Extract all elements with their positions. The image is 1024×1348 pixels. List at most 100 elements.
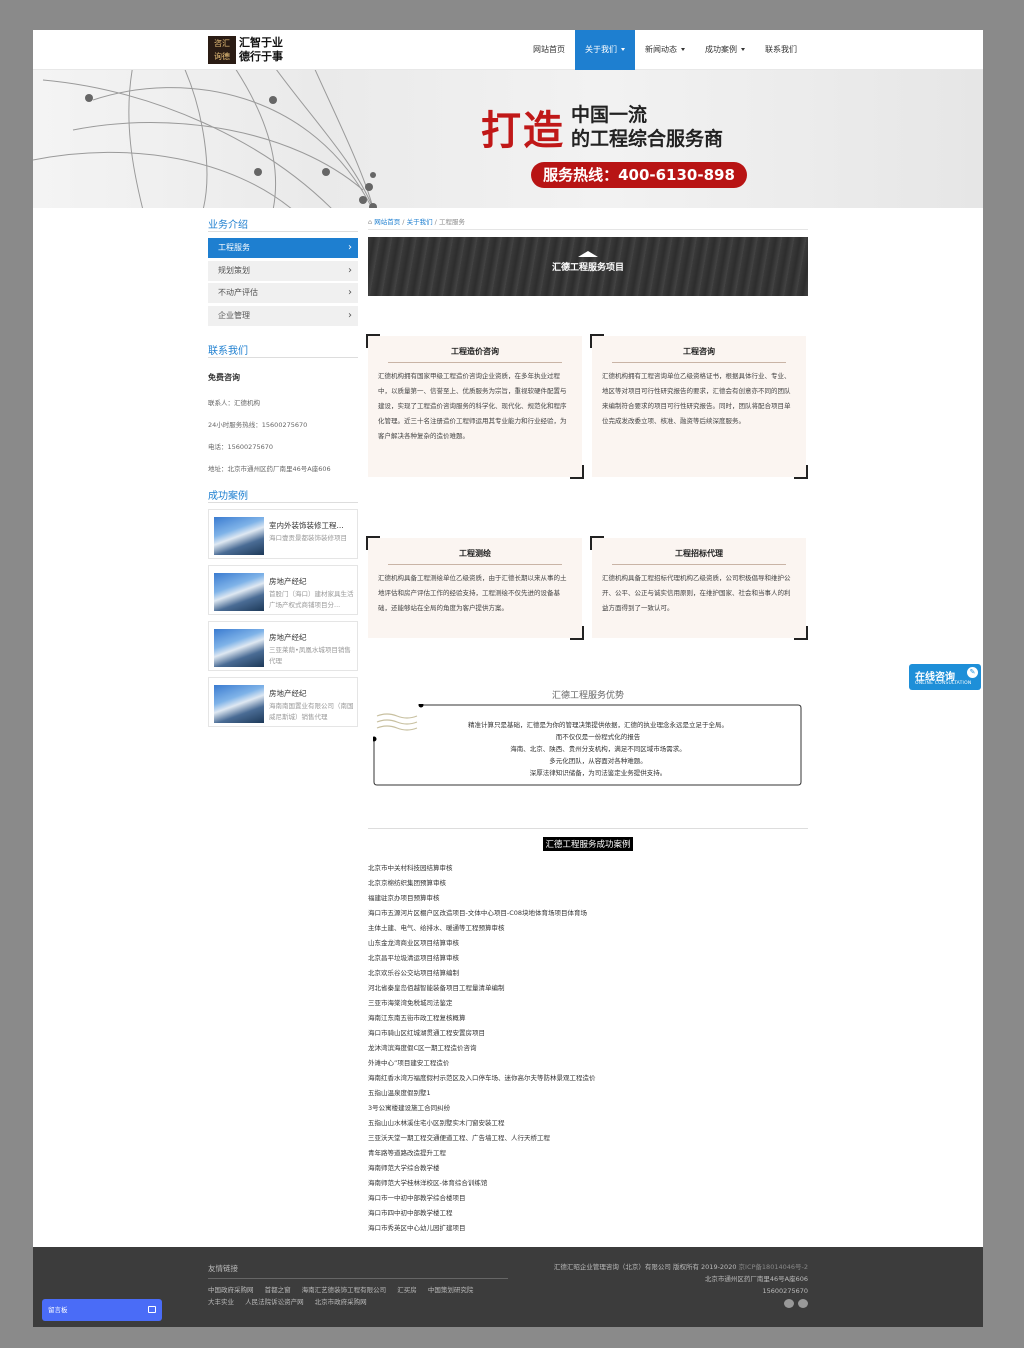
friend-link[interactable]: 中国政府采购网 xyxy=(208,1286,254,1294)
breadcrumb: ⌂ 网站首页 / 关于我们 / 工程服务 xyxy=(368,216,808,230)
case-list-item[interactable]: 三亚市海棠湾免税城司法鉴定 xyxy=(368,996,808,1011)
logo[interactable]: 咨汇 询德 汇智于业 德行于事 xyxy=(208,36,300,64)
case-title: 房地产经纪 xyxy=(269,632,307,642)
wechat-icon[interactable] xyxy=(784,1299,794,1308)
sidebar-item-appraisal[interactable]: 不动产评估 › xyxy=(208,283,358,303)
friend-link[interactable]: 北京市政府采购网 xyxy=(315,1298,367,1306)
case-list-item[interactable]: 三亚沃天堂一期工程交通便道工程、广告墙工程、人行天桥工程 xyxy=(368,1131,808,1146)
case-card[interactable]: 室内外装饰装修工程... 海口壹贡景都装饰装修项目 xyxy=(208,508,358,559)
advantages-text: 精准计算只是基础，汇德是为你的管理决策提供依据，汇德的执业理念永远是立足于全局。… xyxy=(413,719,783,779)
corner-bracket xyxy=(366,536,380,550)
case-list-item[interactable]: 海南师范大学综合教学楼 xyxy=(368,1161,808,1176)
case-list-item[interactable]: 青年路等道路改造提升工程 xyxy=(368,1146,808,1161)
case-card[interactable]: 房地产经纪 三亚莱荫•凤凰水城项目销售代理 xyxy=(208,620,358,671)
case-list-item[interactable]: 海口市骑山区红城湖贯通工程安置房项目 xyxy=(368,1026,808,1041)
case-list-item[interactable]: 海南江东南五街市政工程复核概算 xyxy=(368,1011,808,1026)
sidebar-item-management[interactable]: 企业管理 › xyxy=(208,305,358,326)
sidebar: 业务介绍 工程服务 › 规划策划 › 不动产评估 › 企业管理 › 联系我们 免费咨询 … xyxy=(208,216,358,733)
breadcrumb-parent[interactable]: 关于我们 xyxy=(407,218,433,226)
page-frame: 咨汇 询德 汇智于业 德行于事 网站首页 关于我们 新闻动态 成功案例 联系我们 xyxy=(0,0,1024,1348)
nav-item-news[interactable]: 新闻动态 xyxy=(635,30,695,70)
case-title: 室内外装饰装修工程... xyxy=(269,520,344,530)
copyright: 汇德汇昭企业管理咨询（北京）有限公司 版权所有 2019-2020 xyxy=(553,1263,737,1271)
triangle-up-icon xyxy=(578,251,598,257)
sidebar-item-engineering[interactable]: 工程服务 › xyxy=(208,238,358,258)
friend-link[interactable]: 人民法院诉讼资产网 xyxy=(245,1298,304,1306)
message-board-bar[interactable]: 留言板 xyxy=(42,1299,162,1321)
advantage-line: 海南、北京、陕西、贵州分支机构，满足不同区域市场需求。 xyxy=(510,745,686,753)
sidebar-item-label: 企业管理 xyxy=(218,310,250,320)
contact-phone: 电话：15600275670 xyxy=(208,442,273,451)
case-list-item[interactable]: 北京市中关村科技园结算审核 xyxy=(368,861,808,876)
case-list-item[interactable]: 龙沐湾滨海度假C区一期工程造价咨询 xyxy=(368,1041,808,1056)
online-consultation-button[interactable]: 在线咨询 ONLINE CONSULTATION ✎ xyxy=(909,664,981,690)
corner-bracket xyxy=(794,626,808,640)
advantage-line: 而不仅仅是一份程式化的报告 xyxy=(555,733,641,741)
nav-item-about[interactable]: 关于我们 xyxy=(575,30,635,70)
footer-phone: 15600275670 xyxy=(762,1287,809,1295)
case-list-item[interactable]: 主体土建、电气、给排水、暖通等工程预算审核 xyxy=(368,921,808,936)
footer-info: 汇德汇昭企业管理咨询（北京）有限公司 版权所有 2019-2020 京ICP备1… xyxy=(508,1261,808,1312)
case-list-item[interactable]: 福建驻京办项目预算审核 xyxy=(368,891,808,906)
friend-link[interactable]: 大丰实业 xyxy=(208,1298,234,1306)
breadcrumb-separator: / xyxy=(402,218,405,226)
case-list-item[interactable]: 海南红香水湾万福度假村示范区及入口停车场、迷你高尔夫等防林景观工程造价 xyxy=(368,1071,808,1086)
service-text: 汇德机构拥有工程咨询单位乙级资格证书，根据具体行业、专业、地区等对项目可行性研究… xyxy=(602,372,791,425)
case-list-item[interactable]: 北京欢乐谷公交站项目结算编制 xyxy=(368,966,808,981)
case-desc: 海口壹贡景都装饰装修项目 xyxy=(269,533,347,542)
service-title: 工程招标代理 xyxy=(612,548,786,565)
online-consultation-en: ONLINE CONSULTATION xyxy=(915,681,972,686)
logo-line-1: 汇智于业 xyxy=(239,36,283,49)
nav-item-contact[interactable]: 联系我们 xyxy=(755,30,807,70)
corner-bracket xyxy=(794,465,808,479)
nav-item-label: 关于我们 xyxy=(585,45,617,54)
footer-social xyxy=(508,1299,808,1312)
banner-slogan: 打造 中国一流 的工程综合服务商 xyxy=(481,98,723,156)
nav-item-label: 网站首页 xyxy=(533,45,565,54)
case-list-item[interactable]: 海南师范大学桂林洋校区-体育综合训练馆 xyxy=(368,1176,808,1191)
chevron-right-icon: › xyxy=(348,242,352,253)
breadcrumb-home[interactable]: 网站首页 xyxy=(374,218,400,226)
case-list-item[interactable]: 北京京棉纺织集团预算审核 xyxy=(368,876,808,891)
caret-down-icon xyxy=(681,48,685,51)
advantages-title: 汇德工程服务优势 xyxy=(551,691,624,701)
friend-link[interactable]: 中国策划研究院 xyxy=(428,1286,474,1294)
case-list-item[interactable]: 河北省秦皇岛佰越智能装备项目工程量清单编制 xyxy=(368,981,808,996)
cases-heading-text: 汇德工程服务成功案例 xyxy=(543,837,633,851)
globe-graphic xyxy=(33,70,377,208)
case-list-item[interactable]: 北京昌平垃圾清运项目结算审核 xyxy=(368,951,808,966)
friend-link[interactable]: 海南汇艺德装饰工程有限公司 xyxy=(302,1286,387,1294)
chevron-right-icon: › xyxy=(348,309,352,321)
case-list-item[interactable]: 海口市四中初中部教学楼工程 xyxy=(368,1206,808,1221)
case-list-item[interactable]: 海口市一中初中部教学综合楼项目 xyxy=(368,1191,808,1206)
service-title: 工程咨询 xyxy=(612,346,786,363)
case-list-item[interactable]: 海口市五源河片区棚户区改造项目-文体中心项目-C08块地体育场项目体育场 xyxy=(368,906,808,921)
corner-bracket xyxy=(570,626,584,640)
case-list-item[interactable]: 五指山温泉度假别墅1 xyxy=(368,1086,808,1101)
maximize-icon xyxy=(148,1306,156,1313)
header: 咨汇 询德 汇智于业 德行于事 网站首页 关于我们 新闻动态 成功案例 联系我们 xyxy=(33,30,983,70)
friend-link[interactable]: 首都之窗 xyxy=(265,1286,291,1294)
case-list-item[interactable]: 五指山山水林溪住宅小区别墅实木门窗安装工程 xyxy=(368,1116,808,1131)
nav-item-home[interactable]: 网站首页 xyxy=(523,30,575,70)
breadcrumb-current: 工程服务 xyxy=(438,218,465,226)
qq-icon[interactable] xyxy=(798,1299,808,1308)
advantages-box: 精准计算只是基础，汇德是为你的管理决策提供依据，汇德的执业理念永远是立足于全局。… xyxy=(373,704,803,786)
sidebar-item-planning[interactable]: 规划策划 › xyxy=(208,260,358,281)
nav-item-cases[interactable]: 成功案例 xyxy=(695,30,755,70)
contact-person: 联系人：汇德机构 xyxy=(208,398,260,407)
banner-sub: 中国一流 的工程综合服务商 xyxy=(571,103,723,151)
case-list-item[interactable]: 外滩中心”项目建安工程造价 xyxy=(368,1056,808,1071)
main-nav: 网站首页 关于我们 新闻动态 成功案例 联系我们 xyxy=(523,30,807,70)
banner-line-1: 中国一流 xyxy=(571,104,648,126)
case-card[interactable]: 房地产经纪 海南南国置业有限公司（南国威尼斯城）销售代理 xyxy=(208,676,358,727)
case-card[interactable]: 房地产经纪 首股门（海口）建材家具生活广场产权式商铺项目分... xyxy=(208,564,358,615)
case-list-item[interactable]: 3号公寓楼建设施工合同纠纷 xyxy=(368,1101,808,1116)
case-title: 房地产经纪 xyxy=(269,688,307,698)
case-list-item[interactable]: 山东金龙湾商业区项目结算审核 xyxy=(368,936,808,951)
sidebar-item-label: 不动产评估 xyxy=(218,288,258,297)
case-list-item[interactable]: 海口市秀英区中心幼儿园扩建项目 xyxy=(368,1221,808,1236)
friend-link[interactable]: 汇买房 xyxy=(397,1286,417,1294)
icp-link[interactable]: 京ICP备18014046号-2 xyxy=(739,1263,808,1271)
sidebar-contact-title: 联系我们 xyxy=(208,342,358,358)
